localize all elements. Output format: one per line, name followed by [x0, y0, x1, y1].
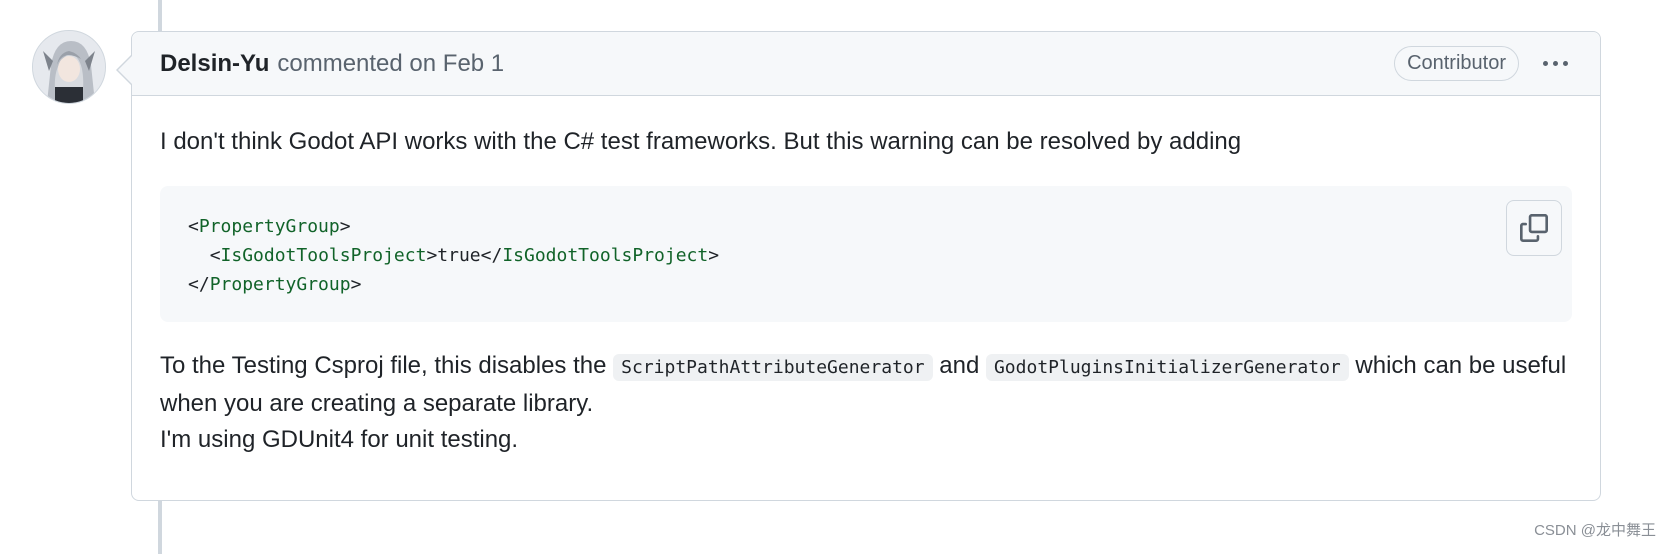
comment-card: Delsin-Yu commented on Feb 1 Contributor…: [116, 31, 1601, 501]
comment-timestamp[interactable]: commented on Feb 1: [277, 50, 504, 78]
code-punct: <: [188, 216, 199, 237]
copy-button[interactable]: [1506, 200, 1562, 256]
code-punct: >: [708, 245, 720, 266]
code-value: true: [437, 245, 481, 266]
comment-header: Delsin-Yu commented on Feb 1 Contributor: [132, 32, 1600, 96]
avatar-image: [33, 31, 105, 103]
body-paragraph-3: I'm using GDUnit4 for unit testing.: [160, 426, 519, 453]
comment-caret-fill: [118, 55, 133, 85]
code-punct: >: [350, 274, 362, 295]
dot: [1553, 61, 1558, 66]
inline-code-plugins-init: GodotPluginsInitializerGenerator: [985, 354, 1349, 381]
author-link[interactable]: Delsin-Yu: [160, 50, 269, 78]
inline-code-script-path: ScriptPathAttributeGenerator: [613, 354, 933, 381]
code-punct: <: [209, 245, 221, 266]
header-actions: Contributor: [1394, 46, 1572, 81]
code-punct: </: [480, 245, 503, 266]
dot: [1543, 61, 1548, 66]
code-block: <PropertyGroup> <IsGodotToolsProject>tru…: [160, 186, 1572, 322]
copy-icon: [1520, 214, 1548, 242]
code-tag: IsGodotToolsProject: [502, 245, 709, 266]
code-punct: >: [339, 216, 351, 237]
code-punct: >: [426, 245, 438, 266]
code-tag: IsGodotToolsProject: [220, 245, 427, 266]
code-line-1: <PropertyGroup>: [188, 212, 1544, 241]
body-paragraph-1: I don't think Godot API works with the C…: [160, 128, 1242, 155]
code-tag: PropertyGroup: [209, 274, 351, 295]
author-avatar[interactable]: [32, 30, 106, 104]
code-line-3: </PropertyGroup>: [188, 270, 1544, 299]
body-paragraph-2: To the Testing Csproj file, this disable…: [160, 348, 1572, 458]
kebab-horizontal-icon[interactable]: [1539, 55, 1572, 72]
code-tag: PropertyGroup: [198, 216, 340, 237]
dot: [1563, 61, 1568, 66]
comment-body: I don't think Godot API works with the C…: [132, 96, 1600, 458]
watermark: CSDN @龙中舞王: [1534, 522, 1656, 539]
contributor-badge: Contributor: [1394, 46, 1519, 81]
text-span: To the Testing Csproj file, this disable…: [160, 352, 614, 379]
code-line-2: <IsGodotToolsProject>true</IsGodotToolsP…: [188, 241, 1544, 270]
text-span: and: [932, 352, 986, 379]
code-punct: </: [188, 274, 210, 295]
